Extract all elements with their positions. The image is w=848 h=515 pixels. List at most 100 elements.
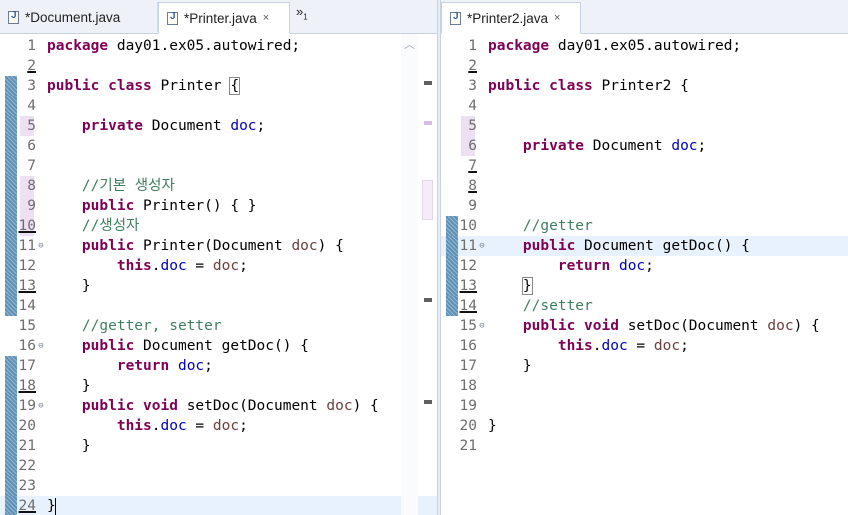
code-line[interactable]: 7 (0, 156, 437, 176)
line-number: 9 (468, 198, 477, 214)
code-line[interactable]: 14 //setter (441, 296, 848, 316)
code-line[interactable]: 11 ⊖ public Document getDoc() { (441, 236, 848, 256)
tab-label: *Document.java (25, 9, 121, 25)
code-editor[interactable]: 1 package day01.ex05.autowired; 2 3 public c… (0, 34, 437, 515)
code-line[interactable]: 9 (441, 196, 848, 216)
code-line[interactable]: 18 } (0, 376, 437, 396)
code-line[interactable]: 4 (441, 96, 848, 116)
code-text: public Document getDoc() { (81, 338, 309, 354)
tab-overflow-button[interactable]: »1 (296, 4, 308, 22)
code-line[interactable]: 23 (0, 476, 437, 496)
code-line[interactable]: 12 return doc; (441, 256, 848, 276)
line-number: 17 (18, 358, 36, 374)
ruler-change-marker[interactable] (424, 81, 432, 85)
code-text: public class Printer2 { (488, 78, 689, 94)
collapse-fold-icon[interactable]: ⊖ (478, 316, 486, 336)
line-number: 12 (18, 258, 36, 274)
collapse-fold-icon[interactable]: ⊖ (37, 336, 45, 356)
collapse-fold-icon[interactable]: ⊖ (478, 236, 486, 256)
close-icon[interactable]: × (263, 12, 269, 24)
line-number: 1 (468, 38, 477, 54)
line-number: 16 (459, 338, 477, 354)
code-line[interactable]: 18 (441, 376, 848, 396)
code-line[interactable]: 4 (0, 96, 437, 116)
code-line[interactable]: 10 //생성자 (0, 216, 437, 236)
code-line[interactable]: 3 public class Printer { (0, 76, 437, 96)
code-line[interactable]: 24} (0, 496, 437, 515)
code-text: } (47, 497, 56, 515)
tab-printer-java[interactable]: *Printer.java × (158, 2, 290, 34)
code-line[interactable]: 19 (441, 396, 848, 416)
code-line[interactable]: 20} (441, 416, 848, 436)
code-line[interactable]: 8 //기본 생성자 (0, 176, 437, 196)
line-number: 23 (18, 478, 36, 494)
line-number: 1 (27, 38, 36, 54)
code-line[interactable]: 2 (441, 56, 848, 76)
code-line[interactable]: 12 this.doc = doc; (0, 256, 437, 276)
ruler-change-marker[interactable] (424, 298, 432, 302)
code-line[interactable]: 5 (441, 116, 848, 136)
chevron-up-icon[interactable]: ︿ (401, 36, 418, 52)
tab-label: *Printer.java (184, 10, 257, 26)
code-line[interactable]: 21 (441, 436, 848, 456)
code-line[interactable]: 1 package day01.ex05.autowired; (0, 36, 437, 56)
code-line[interactable]: 22 (0, 456, 437, 476)
line-number: 9 (27, 198, 36, 214)
code-line[interactable]: 10 //getter (441, 216, 848, 236)
code-line[interactable]: 13 } (0, 276, 437, 296)
code-line[interactable]: 17 } (441, 356, 848, 376)
tab-document-java[interactable]: *Document.java (0, 2, 158, 32)
code-line[interactable]: 21 } (0, 436, 437, 456)
code-line[interactable]: 17 return doc; (0, 356, 437, 376)
ruler-change-marker[interactable] (424, 400, 432, 404)
line-number: 2 (27, 58, 36, 74)
code-line[interactable]: 1 package day01.ex05.autowired; (441, 36, 848, 56)
code-text: package day01.ex05.autowired; (47, 38, 301, 54)
code-text: //getter (522, 218, 593, 234)
code-text: //기본 생성자 (81, 178, 175, 194)
code-text: package day01.ex05.autowired; (488, 38, 742, 54)
code-line[interactable]: 20 this.doc = doc; (0, 416, 437, 436)
code-line[interactable]: 13 } (441, 276, 848, 296)
code-text: return doc; (557, 258, 654, 274)
code-line[interactable]: 5 private Document doc; (0, 116, 437, 136)
line-number: 14 (459, 298, 477, 314)
code-text: public class Printer { (47, 77, 241, 95)
vertical-scrollbar[interactable]: ︿ (401, 34, 418, 515)
line-number: 15 (459, 318, 477, 334)
tab-label: *Printer2.java (467, 10, 549, 26)
code-text: public Printer(Document doc) { (81, 238, 344, 254)
line-number: 22 (18, 458, 36, 474)
code-text: this.doc = doc; (116, 418, 248, 434)
overflow-count: 1 (303, 12, 308, 22)
ruler-change-marker[interactable] (424, 121, 432, 125)
line-number: 11 (459, 238, 477, 254)
code-editor[interactable]: 1 package day01.ex05.autowired; 2 3 public c… (441, 34, 848, 515)
code-text: //생성자 (81, 218, 140, 234)
line-number: 11 (18, 238, 36, 254)
code-line[interactable]: 19 ⊖ public void setDoc(Document doc) { (0, 396, 437, 416)
code-line[interactable]: 8 (441, 176, 848, 196)
code-line[interactable]: 15 //getter, setter (0, 316, 437, 336)
code-line[interactable]: 6 (0, 136, 437, 156)
code-text: } (521, 277, 533, 295)
code-line[interactable]: 14 (0, 296, 437, 316)
code-line[interactable]: 15 ⊖ public void setDoc(Document doc) { (441, 316, 848, 336)
code-line[interactable]: 7 (441, 156, 848, 176)
code-line[interactable]: 9 public Printer() { } (0, 196, 437, 216)
close-icon[interactable]: × (554, 12, 560, 24)
code-line[interactable]: 11 ⊖ public Printer(Document doc) { (0, 236, 437, 256)
code-line[interactable]: 2 (0, 56, 437, 76)
ruler-viewport-thumb[interactable] (422, 180, 433, 220)
line-number: 5 (468, 118, 477, 134)
overview-ruler[interactable] (420, 34, 436, 515)
collapse-fold-icon[interactable]: ⊖ (37, 236, 45, 256)
code-line[interactable]: 16 ⊖ public Document getDoc() { (0, 336, 437, 356)
code-text: } (47, 278, 91, 294)
code-line[interactable]: 16 this.doc = doc; (441, 336, 848, 356)
tab-printer2-java[interactable]: *Printer2.java × (441, 2, 581, 34)
code-line[interactable]: 6 private Document doc; (441, 136, 848, 156)
line-number: 14 (18, 298, 36, 314)
collapse-fold-icon[interactable]: ⊖ (37, 396, 45, 416)
code-line[interactable]: 3 public class Printer2 { (441, 76, 848, 96)
